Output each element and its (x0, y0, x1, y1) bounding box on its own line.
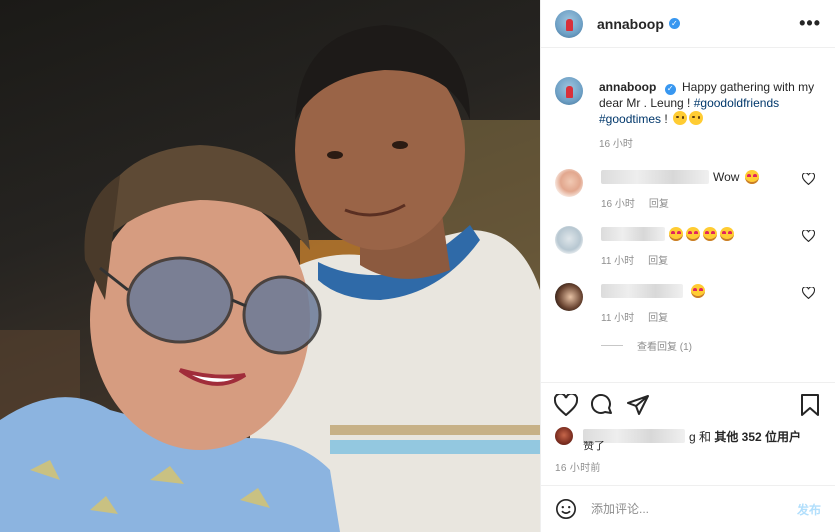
likes-text: g 和 其他 352 位用户 (689, 428, 801, 445)
caption-username[interactable]: annaboop (599, 80, 656, 94)
action-bar (541, 383, 835, 427)
like-comment-heart-icon[interactable] (802, 230, 815, 242)
more-options-icon[interactable]: ••• (799, 13, 821, 34)
comment-time[interactable]: 11 小时 (601, 256, 634, 267)
winking-face-icon (673, 111, 688, 125)
divider-line (601, 345, 623, 346)
verified-badge-icon: ✓ (668, 18, 680, 29)
paper-plane-icon (627, 395, 649, 415)
comment-meta: 11 小时 回复 (601, 309, 801, 324)
comment-item: Wow 16 小时 回复 (541, 169, 835, 210)
comment-item: 11 小时 回复 (541, 283, 835, 324)
like-comment-heart-icon[interactable] (802, 287, 815, 299)
post-timestamp[interactable]: 16 小时前 (541, 459, 835, 474)
comment-composer: 发布 (541, 485, 835, 532)
comment-body: Wow 16 小时 回复 (601, 169, 801, 210)
commenter-avatar[interactable] (555, 283, 583, 311)
instagram-post-dialog: annaboop ✓ ••• annaboop ✓ Happy gatherin… (0, 0, 835, 532)
heart-eyes-emoji-icon (686, 227, 700, 241)
comment-button[interactable] (589, 392, 615, 418)
post-header: annaboop ✓ ••• (541, 0, 835, 48)
liker-avatar[interactable] (555, 427, 573, 445)
caption-time[interactable]: 16 小时 (599, 139, 633, 150)
heart-eyes-emoji-icon (691, 284, 705, 298)
heart-eyes-emoji-icon (669, 227, 683, 241)
hashtag-goodoldfriends[interactable]: #goodoldfriends (694, 96, 779, 110)
comment-meta: 11 小时 回复 (601, 252, 801, 267)
blurred-username[interactable] (601, 170, 709, 184)
heart-eyes-emoji-icon (703, 227, 717, 241)
view-replies-label: 查看回复 (1) (637, 342, 692, 353)
save-button[interactable] (797, 392, 823, 418)
caption-author-avatar[interactable] (555, 77, 583, 105)
comment-text: Wow (713, 170, 740, 184)
winking-face-icon (689, 111, 704, 125)
bookmark-icon (801, 394, 819, 416)
heart-icon (554, 394, 578, 416)
like-button[interactable] (553, 392, 579, 418)
hashtag-goodtimes[interactable]: #goodtimes (599, 112, 661, 126)
post-side-panel: annaboop ✓ ••• annaboop ✓ Happy gatherin… (540, 0, 835, 532)
like-comment-heart-icon[interactable] (802, 173, 815, 185)
reply-button[interactable]: 回复 (648, 313, 668, 324)
comment-body: 11 小时 回复 (601, 226, 801, 267)
reply-button[interactable]: 回复 (649, 199, 669, 210)
comment-time[interactable]: 11 小时 (601, 313, 634, 324)
reply-button[interactable]: 回复 (648, 256, 668, 267)
view-replies-button[interactable]: 查看回复 (1) (601, 338, 835, 353)
share-button[interactable] (625, 392, 651, 418)
post-comment-button[interactable]: 发布 (797, 501, 821, 518)
post-photo[interactable] (0, 0, 540, 532)
comment-body: 11 小时 回复 (601, 283, 801, 324)
comment-meta: 16 小时 回复 (601, 195, 801, 210)
heart-eyes-emoji-icon (720, 227, 734, 241)
caption-tail: ! (661, 112, 672, 126)
comment-bubble-icon (591, 394, 612, 414)
comment-time[interactable]: 16 小时 (601, 199, 635, 210)
commenter-avatar[interactable] (555, 169, 583, 197)
author-avatar[interactable] (555, 9, 583, 38)
comment-input[interactable] (591, 502, 771, 516)
caption-body: annaboop ✓ Happy gathering with my dear … (599, 79, 821, 153)
post-caption: annaboop ✓ Happy gathering with my dear … (541, 61, 835, 153)
comments-section[interactable]: annaboop ✓ Happy gathering with my dear … (541, 61, 835, 353)
heart-eyes-emoji-icon (745, 170, 760, 184)
commenter-avatar[interactable] (555, 226, 583, 254)
author-username[interactable]: annaboop (597, 16, 664, 32)
smiley-icon (556, 499, 576, 519)
likes-suffix: g 和 (689, 429, 715, 444)
emoji-picker-button[interactable] (555, 498, 577, 520)
selfie-photo-illustration (0, 25, 540, 532)
likes-others-link[interactable]: 其他 352 位用户 (714, 430, 801, 444)
blurred-username[interactable] (601, 284, 683, 298)
verified-badge-icon: ✓ (664, 83, 676, 95)
blurred-username[interactable] (601, 227, 665, 241)
post-actions: g 和 其他 352 位用户 赞了 16 小时前 (541, 382, 835, 474)
caption-meta: 16 小时 (599, 137, 821, 153)
comment-item: 11 小时 回复 (541, 226, 835, 267)
